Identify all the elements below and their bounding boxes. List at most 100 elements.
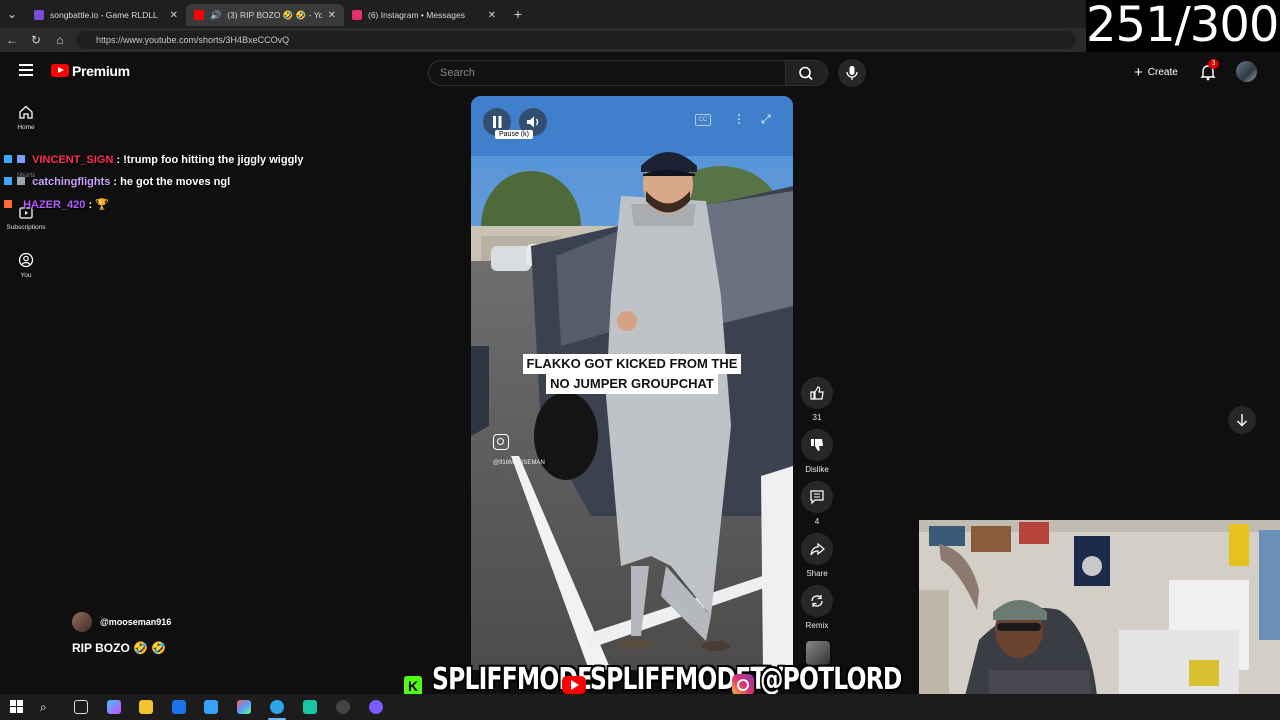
avatar[interactable] xyxy=(1236,61,1257,82)
youtube-banner-icon xyxy=(562,676,586,694)
app-icon[interactable] xyxy=(303,700,317,714)
chat-message: HAZER_420 : 🏆 xyxy=(4,198,109,211)
video-watermark-handle: @916MOOSEMAN xyxy=(493,460,545,466)
next-short-button[interactable] xyxy=(1228,406,1256,434)
close-icon[interactable]: ✕ xyxy=(170,10,178,21)
app-icon[interactable] xyxy=(237,700,251,714)
menu-hamburger-icon[interactable] xyxy=(19,64,33,76)
channel-handle[interactable]: @mooseman916 xyxy=(100,617,171,627)
chat-message: VINCENT_SIGN : !trump foo hitting the ji… xyxy=(4,154,303,166)
thumbs-up-icon xyxy=(810,386,824,400)
search-input[interactable]: Search xyxy=(428,60,786,86)
close-icon[interactable]: ✕ xyxy=(328,10,336,21)
you-icon xyxy=(18,252,34,268)
remix-button[interactable]: Remix xyxy=(801,585,833,630)
short-title: RIP BOZO 🤣 🤣 xyxy=(72,641,167,655)
close-icon[interactable]: ✕ xyxy=(488,10,496,21)
tab-list-chevron-icon[interactable]: ⌄ xyxy=(4,6,20,22)
chat-badge-icon xyxy=(4,200,12,208)
comment-count: 4 xyxy=(814,517,820,526)
rail-label: Subscriptions xyxy=(6,224,46,231)
rail-item-you[interactable]: You xyxy=(4,252,48,279)
channel-avatar[interactable] xyxy=(72,612,92,632)
url-field[interactable]: https://www.youtube.com/shorts/3H4BxeCCO… xyxy=(76,31,1076,49)
file-explorer-icon[interactable] xyxy=(139,700,153,714)
browser-tab-instagram[interactable]: (6) Instagram • Messages ✕ xyxy=(344,4,504,26)
notifications-button[interactable]: 3 xyxy=(1198,59,1219,82)
more-options-icon[interactable]: ⋮ xyxy=(733,112,745,126)
comments-button[interactable]: 4 xyxy=(801,481,833,526)
thumbs-down-icon xyxy=(811,439,823,451)
task-view-icon[interactable] xyxy=(74,700,88,714)
chat-badge-icon xyxy=(4,155,12,163)
chat-username: catchingflights xyxy=(32,176,111,188)
share-icon xyxy=(810,542,825,556)
voice-search-button[interactable] xyxy=(838,59,866,87)
microphone-icon xyxy=(846,66,858,80)
tab-label: (3) RIP BOZO 🤣 🤣 - YouTube xyxy=(227,9,322,20)
notification-count-badge: 3 xyxy=(1208,59,1219,69)
chat-badge-icon xyxy=(4,177,12,185)
reload-icon[interactable]: ↻ xyxy=(28,32,44,48)
youtube-premium-label[interactable]: Premium xyxy=(72,63,130,79)
remix-icon xyxy=(811,595,823,607)
tab-label: songbattle.io - Game RLDLL xyxy=(50,10,158,20)
fullscreen-icon[interactable]: ⤢ xyxy=(761,112,771,127)
youtube-favicon-icon xyxy=(194,10,204,20)
remix-label: Remix xyxy=(805,621,829,630)
browser-tab-songbattle[interactable]: songbattle.io - Game RLDLL ✕ xyxy=(26,4,186,26)
home-nav-icon[interactable]: ⌂ xyxy=(52,32,68,48)
chat-text: : !trump foo hitting the jiggly wiggly xyxy=(116,154,304,166)
video-caption: FLAKKO GOT KICKED FROM THE NO JUMPER GRO… xyxy=(471,354,793,394)
share-button[interactable]: Share xyxy=(801,533,833,578)
create-button[interactable]: + Create xyxy=(1126,59,1186,85)
caption-line-1: FLAKKO GOT KICKED FROM THE xyxy=(522,354,742,374)
chat-username: VINCENT_SIGN xyxy=(32,154,114,166)
store-icon[interactable] xyxy=(204,700,218,714)
rail-item-home[interactable]: Home xyxy=(4,104,48,131)
instagram-favicon-icon xyxy=(352,10,362,20)
webcam-feed xyxy=(919,520,1280,720)
shorts-video-player[interactable]: Pause (k) CC ⋮ ⤢ FLAKKO GOT KICKED FROM … xyxy=(471,96,793,670)
search-button[interactable] xyxy=(786,60,828,86)
dislike-button[interactable]: Dislike xyxy=(801,429,833,474)
webcam-scene xyxy=(919,520,1280,720)
youtube-header: Premium Search + Create 3 xyxy=(0,52,1280,92)
rail-label: Home xyxy=(17,124,35,131)
kick-logo-icon: K xyxy=(404,676,422,696)
chat-text: : 🏆 xyxy=(88,199,109,211)
plus-icon: + xyxy=(1134,63,1143,81)
home-icon xyxy=(19,105,33,119)
windows-taskbar: ⌕ xyxy=(0,694,1280,720)
dislike-label: Dislike xyxy=(805,465,829,474)
arrow-down-icon xyxy=(1237,414,1247,427)
like-count: 31 xyxy=(812,413,822,422)
chat-text: : he got the moves ngl xyxy=(113,176,231,188)
windows-start-icon[interactable] xyxy=(10,700,24,714)
browser-tab-youtube[interactable]: 🔊 (3) RIP BOZO 🤣 🤣 - YouTube ✕ xyxy=(186,4,344,26)
chat-badge-icon xyxy=(17,155,26,163)
tab-label: (6) Instagram • Messages xyxy=(368,10,465,20)
taskbar-search-icon[interactable]: ⌕ xyxy=(40,700,54,714)
youtube-logo-icon[interactable] xyxy=(51,64,69,77)
chat-badge-icon xyxy=(17,177,26,185)
new-tab-plus-icon[interactable]: + xyxy=(510,6,526,22)
banner-handle-instagram: @POTLORD xyxy=(760,662,902,697)
search-icon xyxy=(799,66,813,81)
back-arrow-icon[interactable]: ← xyxy=(4,32,20,48)
obs-icon[interactable] xyxy=(336,700,350,714)
instagram-banner-icon xyxy=(732,674,754,696)
stream-counter: 251/300 xyxy=(1086,0,1280,54)
instagram-watermark-icon xyxy=(493,434,509,450)
like-button[interactable]: 31 xyxy=(801,377,833,422)
rail-label: You xyxy=(20,272,32,279)
speaker-icon[interactable]: 🔊 xyxy=(210,10,221,21)
discord-icon[interactable] xyxy=(369,700,383,714)
caption-line-2: NO JUMPER GROUPCHAT xyxy=(546,374,718,394)
outlook-icon[interactable] xyxy=(172,700,186,714)
copilot-icon[interactable] xyxy=(107,700,121,714)
create-label: Create xyxy=(1147,66,1178,78)
captions-cc-icon[interactable]: CC xyxy=(695,114,711,126)
share-label: Share xyxy=(806,569,828,578)
edge-browser-icon[interactable] xyxy=(270,700,284,714)
